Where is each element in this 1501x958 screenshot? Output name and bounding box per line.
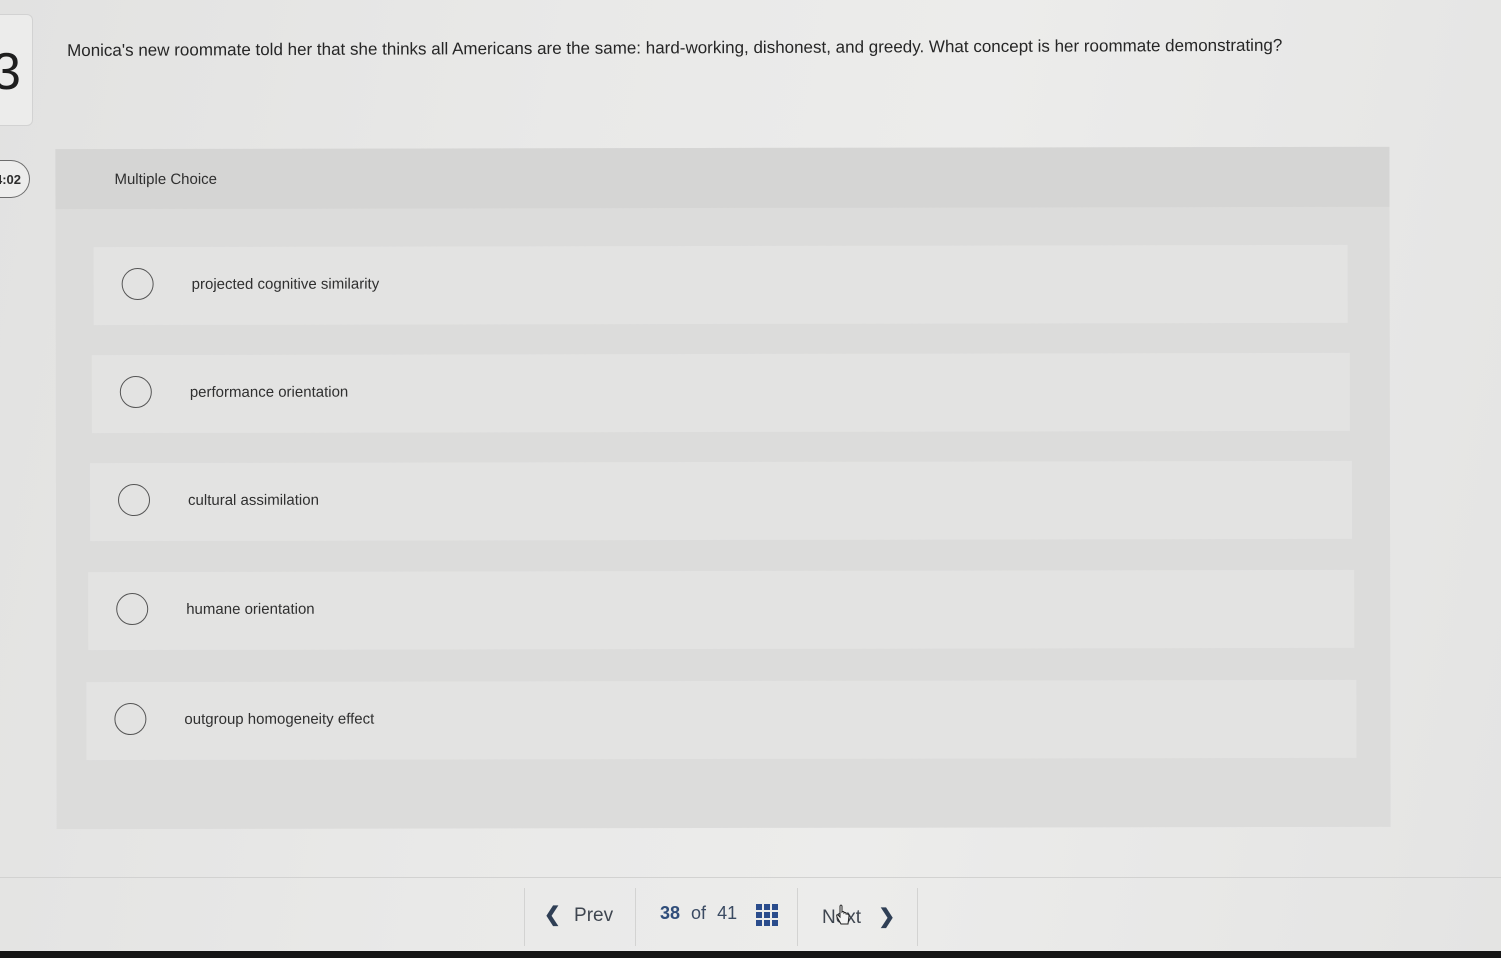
radio-button[interactable] [119,375,152,409]
choice-option[interactable]: humane orientation [88,569,1355,651]
choice-option[interactable]: projected cognitive similarity [93,244,1348,326]
radio-button[interactable] [121,267,154,301]
nav-separator [524,888,525,946]
nav-separator [797,888,798,946]
choice-option-label: humane orientation [186,600,315,618]
question-navigation: ❮ Prev 38 of 41 Next ❯ [524,882,918,950]
prev-button[interactable]: ❮ Prev [544,902,613,927]
prev-label: Prev [574,905,614,926]
of-label: of [691,903,707,923]
page-indicator: 38 of 41 [660,903,737,924]
hand-cursor-icon [836,904,850,925]
footer-divider [0,877,1501,878]
choice-header: Multiple Choice [55,146,1390,210]
choice-type-label: Multiple Choice [114,170,218,189]
timer-badge: 4:02 [0,160,30,198]
choice-option-label: cultural assimilation [188,491,319,509]
chevron-left-icon: ❮ [544,904,561,926]
choice-option-label: projected cognitive similarity [191,275,380,293]
choice-option[interactable]: cultural assimilation [89,460,1353,542]
question-grid-icon[interactable] [756,904,778,926]
nav-separator [917,888,918,946]
nav-separator [635,888,636,946]
current-page: 38 [660,903,681,923]
multiple-choice-panel: Multiple Choice projected cognitive simi… [55,146,1391,830]
radio-button[interactable] [116,593,149,626]
choice-option-label: outgroup homogeneity effect [184,710,375,728]
question-text: Monica's new roommate told her that she … [67,35,1283,60]
chevron-right-icon: ❯ [878,906,896,928]
radio-button[interactable] [114,703,147,736]
choice-option[interactable]: performance orientation [91,352,1350,434]
total-pages: 41 [717,903,738,923]
choice-option[interactable]: outgroup homogeneity effect [86,679,1357,761]
choice-option-label: performance orientation [189,383,349,401]
radio-button[interactable] [117,484,151,517]
question-number: 3 [0,43,21,101]
screen-bezel [0,951,1501,958]
next-button[interactable]: Next ❯ [822,904,895,929]
